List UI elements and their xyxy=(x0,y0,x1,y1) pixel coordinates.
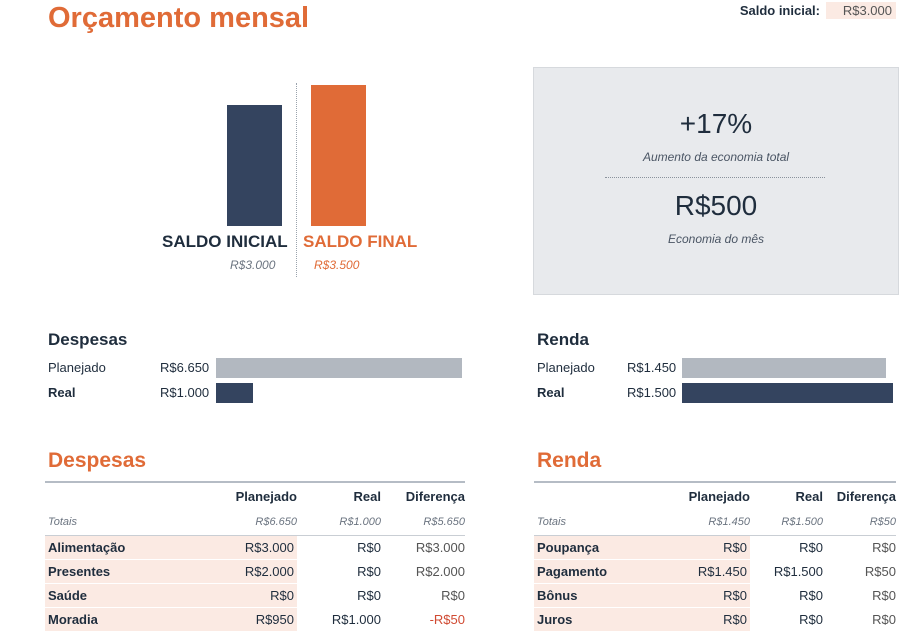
despesas-totals-row: Totais R$6.650 R$1.000 R$5.650 xyxy=(45,509,465,536)
table-row: Pagamento R$1.450 R$1.500 R$50 xyxy=(534,559,896,584)
planned-cell[interactable]: R$0 xyxy=(679,535,750,560)
despesas-planned-bar xyxy=(216,358,462,378)
totals-diff: R$5.650 xyxy=(381,509,465,536)
category-cell[interactable]: Juros xyxy=(534,607,679,632)
diff-cell: R$0 xyxy=(823,583,896,608)
real-cell: R$1.500 xyxy=(750,559,823,584)
real-cell: R$0 xyxy=(750,583,823,608)
planned-cell[interactable]: R$950 xyxy=(212,607,297,632)
despesas-header-real: Real xyxy=(297,481,381,509)
renda-planned-value: R$1.450 xyxy=(627,360,677,375)
saldo-final-chart-value: R$3.500 xyxy=(314,258,360,272)
real-cell: R$0 xyxy=(297,535,381,560)
despesas-table: Planejado Real Diferença Totais R$6.650 … xyxy=(45,481,465,632)
saldo-inicial-chart-value: R$3.000 xyxy=(230,258,276,272)
renda-header-category xyxy=(534,481,679,509)
category-cell[interactable]: Alimentação xyxy=(45,535,212,560)
despesas-bars-title: Despesas xyxy=(48,330,128,349)
table-row: Saúde R$0 R$0 R$0 xyxy=(45,583,465,608)
totals-planned: R$1.450 xyxy=(679,509,750,536)
despesas-table-header: Planejado Real Diferença xyxy=(45,481,465,509)
category-cell[interactable]: Poupança xyxy=(534,535,679,560)
summary-separator xyxy=(605,177,825,178)
table-row: Moradia R$950 R$1.000 -R$50 xyxy=(45,607,465,632)
despesas-real-label: Real xyxy=(48,385,76,400)
category-cell[interactable]: Saúde xyxy=(45,583,212,608)
saldo-final-bar xyxy=(311,85,366,226)
diff-cell: R$0 xyxy=(381,583,465,608)
despesas-header-category xyxy=(45,481,212,509)
renda-header-real: Real xyxy=(750,481,823,509)
diff-cell: -R$50 xyxy=(381,607,465,632)
planned-cell[interactable]: R$1.450 xyxy=(679,559,750,584)
renda-table-header: Planejado Real Diferença xyxy=(534,481,896,509)
renda-planned-label: Planejado xyxy=(537,360,595,375)
renda-real-track xyxy=(682,383,893,403)
savings-percent: +17% xyxy=(679,108,753,139)
saldo-inicial-label: Saldo inicial: xyxy=(739,3,820,18)
real-cell: R$0 xyxy=(750,607,823,632)
saldo-inicial-bar xyxy=(227,105,282,226)
diff-cell: R$2.000 xyxy=(381,559,465,584)
page-title: Orçamento mensal xyxy=(48,2,310,34)
renda-real-value: R$1.500 xyxy=(627,385,677,400)
savings-amount: R$500 xyxy=(674,190,758,221)
diff-cell: R$50 xyxy=(823,559,896,584)
totals-diff: R$50 xyxy=(823,509,896,536)
planned-cell[interactable]: R$0 xyxy=(212,583,297,608)
renda-totals-row: Totais R$1.450 R$1.500 R$50 xyxy=(534,509,896,536)
renda-header-diff: Diferença xyxy=(823,481,896,509)
despesas-planned-label: Planejado xyxy=(48,360,106,375)
savings-percent-label: Aumento da economia total xyxy=(642,150,790,164)
totals-real: R$1.000 xyxy=(297,509,381,536)
table-row: Alimentação R$3.000 R$0 R$3.000 xyxy=(45,535,465,560)
planned-cell[interactable]: R$0 xyxy=(679,607,750,632)
category-cell[interactable]: Moradia xyxy=(45,607,212,632)
renda-header-planned: Planejado xyxy=(679,481,750,509)
renda-real-bar xyxy=(682,383,893,403)
despesas-real-track xyxy=(216,383,462,403)
category-cell[interactable]: Bônus xyxy=(534,583,679,608)
despesas-table-title: Despesas xyxy=(48,449,147,472)
table-row: Bônus R$0 R$0 R$0 xyxy=(534,583,896,608)
category-cell[interactable]: Pagamento xyxy=(534,559,679,584)
chart-divider xyxy=(296,83,297,277)
renda-table-title: Renda xyxy=(537,449,602,472)
renda-planned-track xyxy=(682,358,893,378)
saldo-inicial-input[interactable]: R$3.000 xyxy=(826,2,896,19)
planned-cell[interactable]: R$0 xyxy=(679,583,750,608)
planned-cell[interactable]: R$2.000 xyxy=(212,559,297,584)
table-row: Poupança R$0 R$0 R$0 xyxy=(534,535,896,560)
totals-real: R$1.500 xyxy=(750,509,823,536)
real-cell: R$0 xyxy=(750,535,823,560)
diff-cell: R$0 xyxy=(823,535,896,560)
totals-label: Totais xyxy=(45,509,212,536)
despesas-header-planned: Planejado xyxy=(212,481,297,509)
planned-cell[interactable]: R$3.000 xyxy=(212,535,297,560)
savings-amount-label: Economia do mês xyxy=(667,232,765,246)
real-cell: R$0 xyxy=(297,583,381,608)
saldo-inicial-field: Saldo inicial: R$3.000 xyxy=(740,2,896,19)
real-cell: R$0 xyxy=(297,559,381,584)
despesas-planned-track xyxy=(216,358,462,378)
table-row: Presentes R$2.000 R$0 R$2.000 xyxy=(45,559,465,584)
renda-bars-title: Renda xyxy=(537,330,589,349)
diff-cell: R$3.000 xyxy=(381,535,465,560)
category-cell[interactable]: Presentes xyxy=(45,559,212,584)
renda-table: Planejado Real Diferença Totais R$1.450 … xyxy=(534,481,896,632)
despesas-real-value: R$1.000 xyxy=(160,385,210,400)
real-cell: R$1.000 xyxy=(297,607,381,632)
totals-planned: R$6.650 xyxy=(212,509,297,536)
saldo-inicial-chart-label: SALDO INICIAL xyxy=(162,232,288,251)
diff-cell: R$0 xyxy=(823,607,896,632)
renda-real-label: Real xyxy=(537,385,565,400)
despesas-planned-value: R$6.650 xyxy=(160,360,210,375)
saldo-final-chart-label: SALDO FINAL xyxy=(303,232,418,251)
despesas-real-bar xyxy=(216,383,253,403)
totals-label: Totais xyxy=(534,509,679,536)
summary-box: +17% Aumento da economia total R$500 Eco… xyxy=(533,67,899,295)
renda-planned-bar xyxy=(682,358,887,378)
table-row: Juros R$0 R$0 R$0 xyxy=(534,607,896,632)
despesas-header-diff: Diferença xyxy=(381,481,465,509)
